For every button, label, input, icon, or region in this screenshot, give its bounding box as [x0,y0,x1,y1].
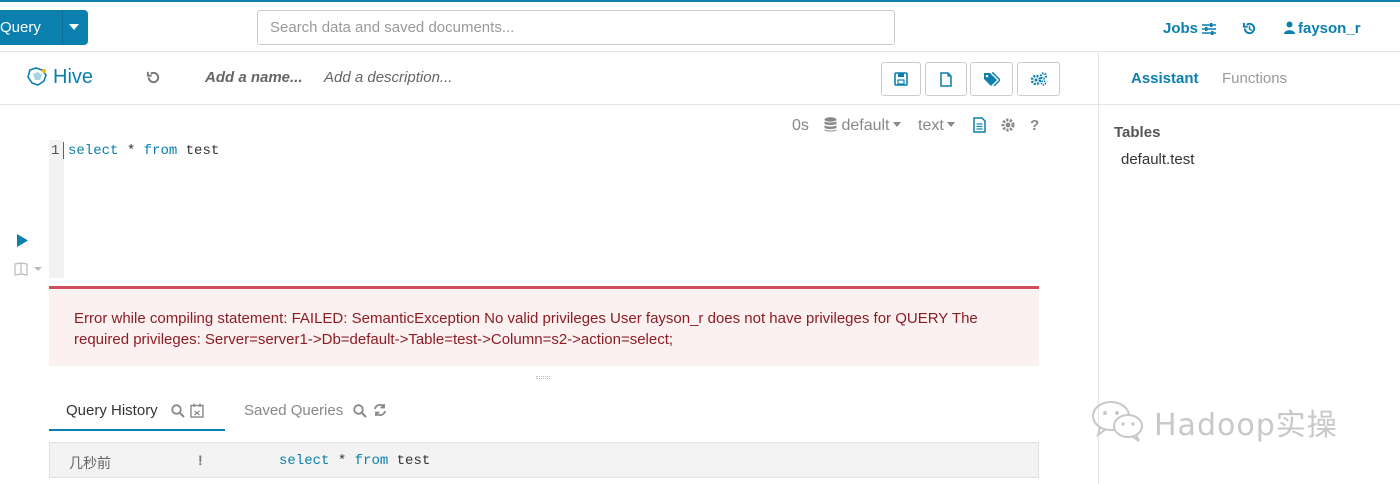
error-message: Error while compiling statement: FAILED:… [49,286,1039,366]
code-keyword: from [354,453,389,469]
book-icon[interactable] [14,262,44,276]
resize-handle[interactable] [536,376,550,379]
tab-query-history[interactable]: Query History [66,402,158,419]
tab-assistant[interactable]: Assistant [1131,70,1199,87]
user-name: fayson_r [1298,20,1361,37]
query-button-label: Query [0,19,41,36]
database-caret-icon [892,122,901,127]
format-caret-icon [946,122,955,127]
wechat-icon [1092,401,1143,442]
query-description-input[interactable]: Add a description... [324,69,452,86]
cogs-icon [1030,72,1047,86]
code-text: * [329,453,355,469]
sliders-icon[interactable] [1202,23,1216,35]
text-cursor [63,142,64,159]
search-input[interactable] [257,10,895,45]
code-text: test [388,453,431,469]
editor-gutter [49,140,64,278]
database-icon [824,117,837,132]
editor-header: Hive Add a name... Add a description... [0,52,1098,105]
help-icon[interactable]: ? [1030,117,1039,134]
settings-button[interactable] [1017,62,1060,96]
gear-icon[interactable] [1001,118,1015,132]
user-menu[interactable]: fayson_r [1284,20,1361,37]
jobs-link[interactable]: Jobs [1163,20,1198,37]
history-query: select * from test [279,453,430,469]
refresh-icon[interactable] [373,403,387,417]
database-name: default [841,117,890,134]
query-name-input[interactable]: Add a name... [205,69,303,86]
tags-icon [984,72,1000,86]
format-selector[interactable]: text [918,117,955,135]
code-text: * [118,143,144,159]
tab-functions[interactable]: Functions [1222,70,1287,87]
query-button[interactable]: Query [0,10,88,45]
watermark-text: Hadoop实操 [1154,408,1338,443]
query-button-divider [62,10,63,45]
tab-saved-queries[interactable]: Saved Queries [244,402,343,419]
undo-history-icon[interactable] [146,70,161,85]
new-query-button[interactable] [925,62,967,96]
search-icon[interactable] [353,404,367,418]
code-keyword: select [68,143,119,159]
hive-logo-icon [27,67,47,86]
code-editor[interactable]: select * from test [68,143,219,159]
tags-button[interactable] [970,62,1013,96]
active-tab-indicator [49,429,225,431]
error-line-1: Error while compiling statement: FAILED:… [74,310,978,327]
execution-time: 0s [792,117,809,134]
top-bar: Query Jobs fayson_r [0,0,1400,52]
query-dropdown-caret-icon[interactable] [69,24,79,30]
code-text: test [177,143,220,159]
save-button[interactable] [881,62,921,96]
history-time: 几秒前 [69,455,111,471]
watermark: Hadoop实操 [1088,396,1368,446]
search-icon[interactable] [171,404,185,418]
line-number: 1 [51,143,60,159]
history-status: ! [198,452,203,468]
history-icon[interactable] [1242,21,1257,36]
play-icon[interactable] [16,234,29,247]
calendar-icon[interactable] [190,403,204,418]
format-name: text [918,117,944,134]
save-icon [894,72,908,86]
assistant-tabs: Assistant Functions [1099,52,1400,105]
table-item[interactable]: default.test [1121,151,1194,168]
user-icon [1284,21,1295,34]
code-keyword: from [143,143,178,159]
tables-heading: Tables [1114,124,1161,141]
code-keyword: select [279,453,330,469]
editor-title: Hive [53,66,94,88]
document-icon[interactable] [973,117,986,133]
database-selector[interactable]: default [824,117,901,135]
error-line-2: required privileges: Server=server1->Db=… [74,331,674,348]
table-row[interactable]: 几秒前 ! select * from test [49,442,1039,478]
file-icon [940,71,952,87]
